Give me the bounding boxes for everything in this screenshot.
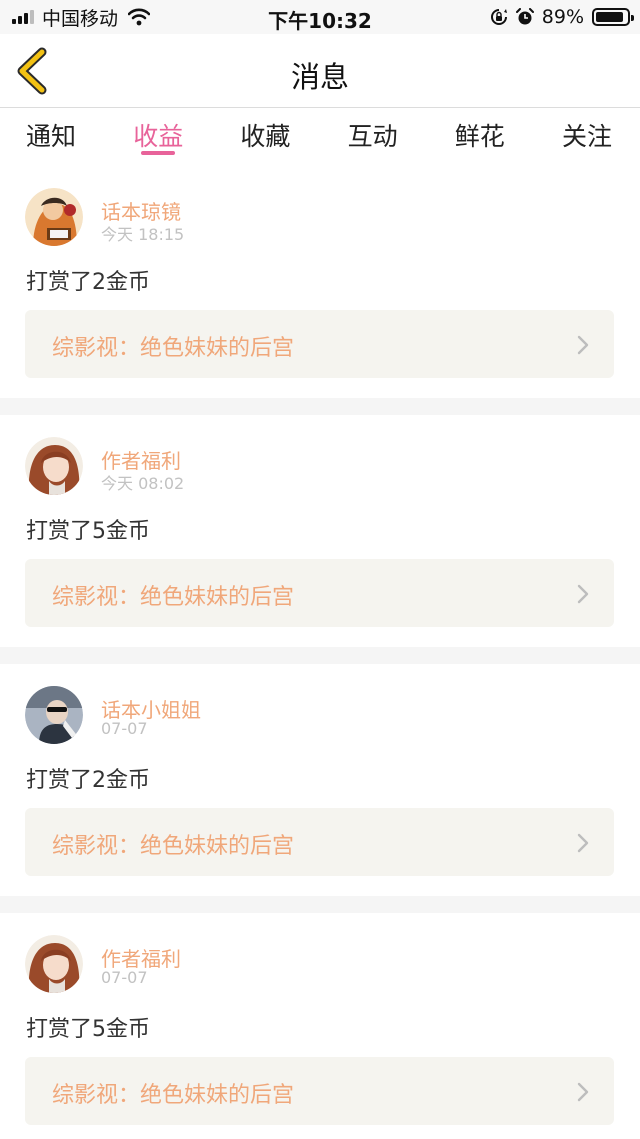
avatar[interactable]: [25, 188, 83, 246]
message-time: 07-07: [101, 968, 148, 987]
list-item: 作者福利 07-07 打赏了5金币 综影视：绝色妹妹的后宫: [0, 913, 640, 1139]
tab-label: 收益: [133, 122, 184, 151]
battery-percentage: 89%: [541, 6, 584, 28]
chevron-right-icon: [577, 833, 589, 853]
tab-label: 通知: [26, 122, 77, 151]
tab-label: 收藏: [240, 122, 291, 151]
battery-level-fill: [596, 12, 623, 22]
message-content: 打赏了2金币: [26, 270, 150, 295]
book-title: 综影视：绝色妹妹的后宫: [52, 336, 295, 361]
book-link-card[interactable]: 综影视：绝色妹妹的后宫: [25, 1057, 614, 1125]
book-title: 综影视：绝色妹妹的后宫: [52, 1083, 295, 1108]
avatar[interactable]: [25, 686, 83, 744]
tab-label: 互动: [347, 122, 398, 151]
active-tab-indicator: [141, 151, 176, 155]
message-time: 今天 18:15: [101, 225, 185, 244]
avatar[interactable]: [25, 935, 83, 993]
alarm-clock-icon: [515, 8, 534, 25]
tab-label: 鲜花: [454, 122, 505, 151]
message-content: 打赏了2金币: [26, 768, 150, 793]
message-time: 今天 08:02: [101, 474, 185, 493]
book-link-card[interactable]: 综影视：绝色妹妹的后宫: [25, 808, 614, 876]
message-content: 打赏了5金币: [26, 1017, 150, 1042]
tab-notifications[interactable]: 通知: [26, 109, 76, 163]
list-item: 作者福利 今天 08:02 打赏了5金币 综影视：绝色妹妹的后宫: [0, 415, 640, 664]
message-time: 07-07: [101, 719, 148, 738]
battery-icon: [592, 8, 634, 26]
chevron-right-icon: [577, 1082, 589, 1102]
list-item: 话本琼镜 今天 18:15 打赏了2金币 综影视：绝色妹妹的后宫: [0, 166, 640, 415]
status-bar: 中国移动 下午10:32 89%: [0, 0, 640, 34]
list-item: 话本小姐姐 07-07 打赏了2金币 综影视：绝色妹妹的后宫: [0, 664, 640, 913]
tab-label: 关注: [561, 122, 612, 151]
page-title: 消息: [290, 60, 349, 94]
book-link-card[interactable]: 综影视：绝色妹妹的后宫: [25, 559, 614, 627]
tab-favorites[interactable]: 收藏: [240, 109, 290, 163]
message-tabs: 通知 收益 收藏 互动 鲜花 关注: [0, 109, 640, 163]
tab-follows[interactable]: 关注: [562, 109, 612, 163]
message-list: 话本琼镜 今天 18:15 打赏了2金币 综影视：绝色妹妹的后宫 作者福利 今天…: [0, 166, 640, 1139]
nav-header: 消息: [0, 34, 640, 108]
chevron-right-icon: [577, 584, 589, 604]
chevron-right-icon: [577, 335, 589, 355]
tab-flowers[interactable]: 鲜花: [455, 109, 505, 163]
avatar[interactable]: [25, 437, 83, 495]
tab-interactions[interactable]: 互动: [348, 109, 398, 163]
book-link-card[interactable]: 综影视：绝色妹妹的后宫: [25, 310, 614, 378]
tab-earnings[interactable]: 收益: [133, 109, 183, 163]
book-title: 综影视：绝色妹妹的后宫: [52, 834, 295, 859]
message-content: 打赏了5金币: [26, 519, 150, 544]
book-title: 综影视：绝色妹妹的后宫: [52, 585, 295, 610]
rotation-lock-icon: [490, 9, 507, 25]
